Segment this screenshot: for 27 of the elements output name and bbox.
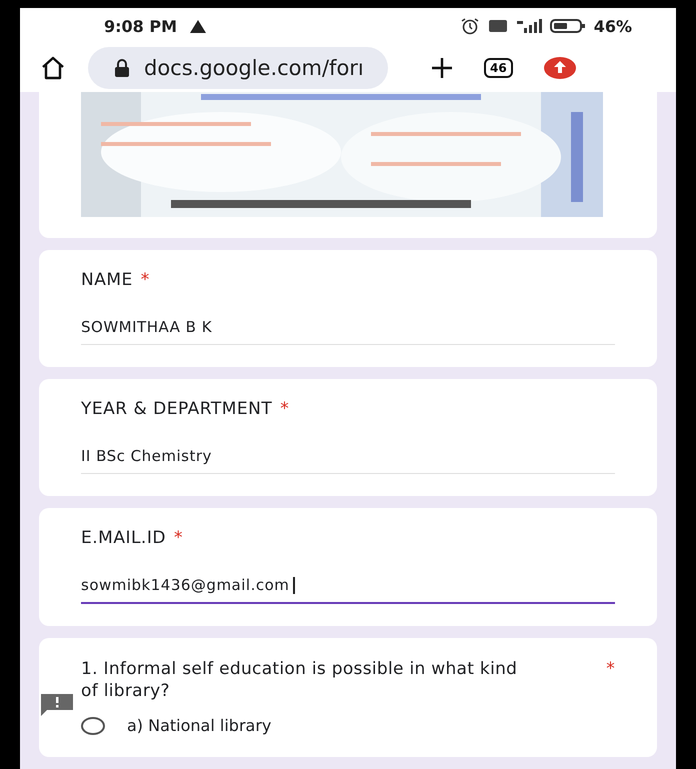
- required-asterisk: *: [280, 399, 290, 419]
- alarm-icon: [460, 17, 480, 35]
- required-asterisk: *: [606, 658, 615, 681]
- home-icon[interactable]: [40, 56, 66, 80]
- field-label: YEAR & DEPARTMENT: [81, 399, 272, 419]
- field-label: NAME: [81, 270, 133, 290]
- question-text: 1. Informal self education is possible in what kind of library?: [81, 658, 518, 702]
- lock-icon: [114, 58, 130, 78]
- text-field[interactable]: SOWMITHAA B K: [81, 312, 615, 345]
- required-asterisk: *: [140, 270, 150, 290]
- warning-icon: [189, 18, 208, 34]
- address-bar[interactable]: docs.google.com/forı: [88, 47, 388, 89]
- plus-icon[interactable]: [430, 56, 454, 80]
- url-text: docs.google.com/forı: [144, 56, 364, 80]
- radio-button[interactable]: [81, 716, 105, 734]
- feedback-icon[interactable]: [39, 692, 75, 718]
- required-asterisk: *: [174, 528, 183, 548]
- field-label: E.MAIL.ID: [81, 528, 166, 548]
- signal-icon: [516, 18, 542, 34]
- text-field[interactable]: sowmibk1436@gmail.com: [81, 570, 615, 604]
- text-field[interactable]: II BSc Chemistry: [81, 441, 615, 474]
- option-label: a) National library: [127, 716, 272, 735]
- battery-icon: [550, 18, 586, 34]
- tab-count-button[interactable]: 46: [484, 58, 513, 78]
- battery-percent: 46%: [594, 16, 632, 36]
- status-time: 9:08 PM: [104, 16, 178, 36]
- upload-icon[interactable]: [542, 56, 577, 80]
